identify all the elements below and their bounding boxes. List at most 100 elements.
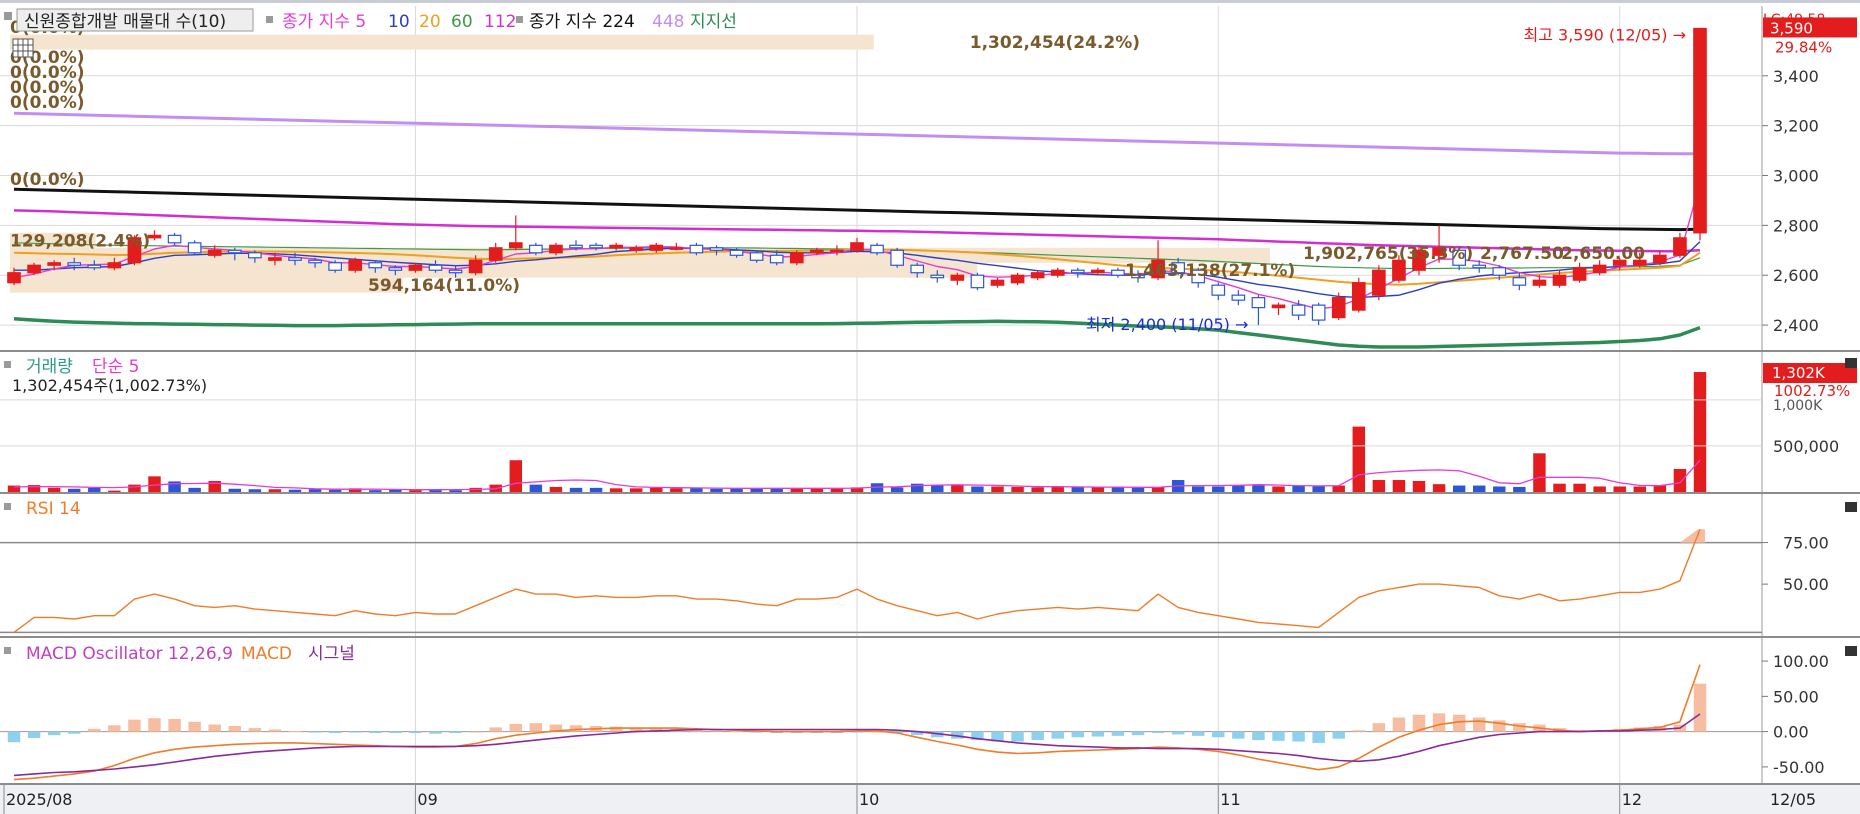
volume-bar[interactable] [1051, 486, 1064, 492]
macd-oscillator-bar[interactable] [469, 731, 482, 733]
volume-bar[interactable] [1472, 485, 1486, 492]
macd-oscillator-bar[interactable] [348, 731, 362, 733]
volume-bar[interactable] [1593, 486, 1606, 492]
volume-bar[interactable] [1392, 480, 1406, 492]
macd-oscillator-bar[interactable] [188, 721, 201, 732]
macd-oscillator-bar[interactable] [1191, 731, 1205, 736]
volume-bar[interactable] [188, 487, 201, 492]
volume-bar[interactable] [690, 488, 703, 492]
volume-bar[interactable] [1613, 486, 1626, 492]
volume-bar[interactable] [951, 485, 964, 492]
macd-oscillator-bar[interactable] [47, 731, 61, 736]
macd-oscillator-bar[interactable] [228, 725, 242, 732]
macd-oscillator-bar[interactable] [1312, 731, 1325, 743]
panel-close-icon[interactable] [1845, 502, 1857, 512]
stock-chart[interactable]: 0(0.0%)1,302,454(24.2%)0(0.0%)0(0.0%)0(0… [0, 0, 1860, 814]
volume-bar[interactable] [308, 489, 322, 492]
macd-oscillator-bar[interactable] [1171, 731, 1185, 735]
macd-oscillator-bar[interactable] [1693, 683, 1707, 732]
macd-oscillator-bar[interactable] [1432, 713, 1446, 732]
volume-bar[interactable] [1553, 483, 1566, 492]
volume-bar[interactable] [1031, 487, 1044, 492]
macd-oscillator-bar[interactable] [529, 723, 543, 732]
macd-oscillator-bar[interactable] [1011, 731, 1024, 742]
candle[interactable] [789, 250, 804, 266]
macd-oscillator-bar[interactable] [489, 727, 502, 732]
candle[interactable] [970, 272, 985, 291]
volume-bar[interactable] [1151, 487, 1165, 492]
volume-bar[interactable] [288, 489, 302, 492]
volume-bar[interactable] [1232, 485, 1245, 492]
volume-bar[interactable] [248, 489, 262, 492]
macd-oscillator-bar[interactable] [1292, 731, 1305, 742]
candle[interactable] [187, 240, 202, 256]
macd-oscillator-bar[interactable] [1111, 731, 1125, 736]
macd-oscillator-bar[interactable] [1051, 731, 1064, 739]
volume-bar[interactable] [1191, 486, 1205, 492]
volume-bar[interactable] [1372, 480, 1386, 492]
volume-bar[interactable] [1432, 484, 1446, 492]
volume-bar[interactable] [1693, 372, 1707, 492]
volume-bar[interactable] [1633, 486, 1647, 492]
macd-oscillator-bar[interactable] [128, 719, 141, 732]
macd-oscillator-bar[interactable] [389, 731, 402, 734]
volume-bar[interactable] [67, 488, 81, 492]
macd-oscillator-bar[interactable] [148, 718, 161, 732]
volume-bar[interactable] [1653, 485, 1667, 492]
volume-bar[interactable] [1573, 483, 1586, 492]
macd-oscillator-bar[interactable] [7, 731, 21, 743]
volume-bar[interactable] [589, 487, 603, 492]
macd-oscillator-bar[interactable] [1131, 731, 1145, 736]
macd-oscillator-bar[interactable] [168, 718, 181, 732]
volume-bar[interactable] [1493, 486, 1506, 492]
candle[interactable] [1351, 277, 1366, 313]
candle[interactable] [890, 247, 904, 268]
macd-oscillator-bar[interactable] [88, 728, 101, 732]
macd-oscillator-bar[interactable] [1513, 723, 1526, 732]
volume-bar[interactable] [1212, 486, 1225, 492]
macd-oscillator-bar[interactable] [409, 731, 422, 734]
macd-oscillator-bar[interactable] [1272, 731, 1285, 741]
volume-bar[interactable] [1352, 426, 1366, 492]
volume-bar[interactable] [569, 487, 583, 492]
macd-oscillator-bar[interactable] [288, 730, 302, 732]
volume-bar[interactable] [409, 490, 422, 492]
macd-oscillator-bar[interactable] [509, 723, 523, 732]
macd-oscillator-bar[interactable] [1472, 717, 1486, 732]
macd-oscillator-bar[interactable] [1031, 731, 1044, 741]
macd-oscillator-bar[interactable] [1372, 723, 1386, 732]
volume-bar[interactable] [1091, 487, 1105, 492]
macd-oscillator-bar[interactable] [328, 731, 342, 734]
volume-bar[interactable] [1673, 468, 1687, 492]
macd-oscillator-bar[interactable] [369, 731, 382, 734]
volume-bar[interactable] [328, 489, 342, 492]
volume-bar[interactable] [971, 486, 984, 492]
volume-bar[interactable] [108, 490, 121, 492]
volume-bar[interactable] [268, 489, 282, 492]
table-icon[interactable] [12, 38, 34, 58]
volume-bar[interactable] [529, 484, 543, 492]
macd-oscillator-bar[interactable] [1151, 731, 1165, 734]
volume-bar[interactable] [1131, 487, 1145, 492]
macd-oscillator-bar[interactable] [1332, 731, 1345, 739]
volume-bar[interactable] [710, 488, 723, 492]
candle[interactable] [1372, 265, 1386, 301]
candle[interactable] [1693, 27, 1707, 241]
volume-bar[interactable] [1011, 486, 1024, 492]
macd-oscillator-bar[interactable] [1091, 731, 1105, 737]
volume-bar[interactable] [1533, 453, 1546, 492]
volume-bar[interactable] [88, 487, 101, 492]
volume-bar[interactable] [228, 488, 242, 492]
volume-bar[interactable] [1332, 485, 1345, 492]
volume-bar[interactable] [670, 488, 683, 492]
macd-oscillator-bar[interactable] [208, 724, 221, 732]
volume-bar[interactable] [1272, 486, 1285, 492]
macd-oscillator-bar[interactable] [27, 731, 41, 738]
volume-bar[interactable] [369, 490, 382, 492]
volume-bar[interactable] [449, 490, 462, 492]
macd-oscillator-bar[interactable] [1352, 730, 1366, 732]
macd-oscillator-bar[interactable] [1212, 731, 1225, 738]
panel-close-icon[interactable] [1845, 646, 1857, 656]
volume-bar[interactable] [47, 487, 61, 492]
legend-toggle-icon[interactable] [4, 12, 12, 20]
